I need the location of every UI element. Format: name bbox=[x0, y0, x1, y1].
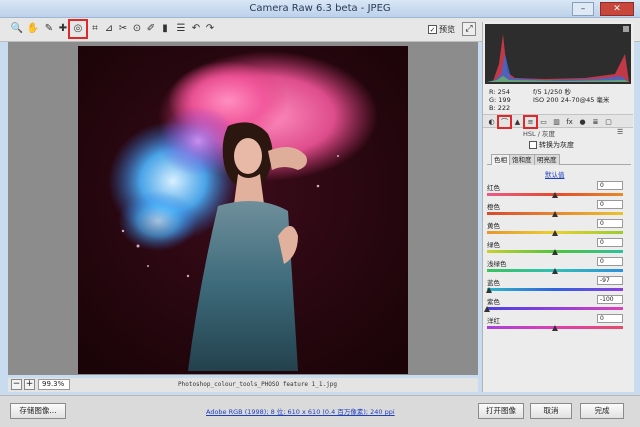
slider-thumb[interactable] bbox=[552, 249, 558, 255]
rotate-right-icon[interactable]: ↷ bbox=[203, 22, 217, 36]
white-balance-icon[interactable]: ✎ bbox=[42, 22, 56, 36]
slider-label: 橙色 bbox=[487, 203, 500, 211]
iso-readout: ISO 200 24-70@45 毫米 bbox=[533, 96, 610, 104]
slider-label: 洋红 bbox=[487, 317, 500, 325]
save-image-button[interactable]: 存储图像... bbox=[10, 403, 66, 419]
slider-value-input[interactable]: 0 bbox=[597, 219, 623, 228]
preferences-icon[interactable]: ☰ bbox=[174, 22, 188, 36]
preview-photo[interactable] bbox=[78, 46, 408, 374]
slider-thumb[interactable] bbox=[486, 287, 493, 293]
slider-label: 红色 bbox=[487, 184, 500, 192]
green-readout: G: 199 bbox=[489, 96, 511, 104]
slider-label: 紫色 bbox=[487, 298, 500, 306]
panel-heading: HSL / 灰度 bbox=[523, 130, 555, 138]
hsl-icon[interactable]: ≡ bbox=[523, 115, 538, 129]
slider-thumb[interactable] bbox=[552, 211, 558, 217]
slider-thumb[interactable] bbox=[552, 192, 558, 198]
blue-readout: B: 222 bbox=[489, 104, 511, 112]
slider-row: 洋红 0 bbox=[487, 314, 631, 333]
adjustment-panel: R: 254 G: 199 B: 222 f/5 1/250 秒 ISO 200… bbox=[482, 22, 634, 392]
slider-row: 紫色 -100 bbox=[484, 295, 631, 314]
snapshots-icon[interactable]: ▢ bbox=[603, 117, 614, 127]
detail-icon[interactable]: ▲ bbox=[512, 117, 523, 127]
slider-thumb[interactable] bbox=[552, 230, 558, 236]
slider-track[interactable] bbox=[487, 288, 623, 291]
graduated-filter-icon[interactable]: ▮ bbox=[158, 22, 172, 36]
checkmark-icon: ✓ bbox=[428, 25, 437, 34]
slider-track[interactable] bbox=[487, 307, 623, 310]
panel-tabs: ◐ ⌒ ▲ ≡ ▭ ▥ fx ● ≣ ▢ bbox=[483, 114, 633, 129]
zoom-out-button[interactable]: − bbox=[11, 379, 22, 390]
grayscale-checkbox[interactable]: 转换为灰度 bbox=[529, 140, 574, 150]
red-eye-icon[interactable]: ⊙ bbox=[130, 22, 144, 36]
zoom-status-bar: − + 99.3% Photoshop_colour_tools_PHOSO f… bbox=[8, 378, 478, 392]
rotate-left-icon[interactable]: ↶ bbox=[189, 22, 203, 36]
zoom-in-button[interactable]: + bbox=[24, 379, 35, 390]
slider-row: 蓝色 -97 bbox=[486, 276, 631, 295]
slider-value-input[interactable]: 0 bbox=[597, 238, 623, 247]
hand-icon[interactable]: ✋ bbox=[26, 22, 40, 36]
slider-row: 绿色 0 bbox=[487, 238, 631, 257]
tab-hue[interactable]: 色相 bbox=[491, 154, 510, 165]
open-image-button[interactable]: 打开图像 bbox=[478, 403, 524, 419]
straighten-icon[interactable]: ⊿ bbox=[102, 22, 116, 36]
slider-label: 浅绿色 bbox=[487, 260, 507, 268]
minimize-button[interactable]: – bbox=[572, 2, 594, 16]
close-button[interactable]: ✕ bbox=[600, 2, 634, 16]
zoom-level-select[interactable]: 99.3% bbox=[38, 379, 70, 390]
done-button[interactable]: 完成 bbox=[580, 403, 624, 419]
slider-row: 橙色 0 bbox=[487, 200, 631, 219]
slider-thumb[interactable] bbox=[552, 268, 558, 274]
targeted-adjustment-icon[interactable]: ◎ bbox=[68, 19, 88, 39]
adjustment-brush-icon[interactable]: ✐ bbox=[144, 22, 158, 36]
window-title: Camera Raw 6.3 beta - JPEG bbox=[249, 3, 391, 14]
red-readout: R: 254 bbox=[489, 88, 510, 96]
slider-value-input[interactable]: 0 bbox=[597, 181, 623, 190]
grayscale-label: 转换为灰度 bbox=[539, 141, 574, 149]
color-sampler-icon[interactable]: ✚ bbox=[56, 22, 70, 36]
slider-value-input[interactable]: 0 bbox=[597, 314, 623, 323]
slider-value-input[interactable]: 0 bbox=[597, 257, 623, 266]
spot-removal-icon[interactable]: ✂ bbox=[116, 22, 130, 36]
title-bar: Camera Raw 6.3 beta - JPEG – ✕ bbox=[0, 0, 640, 18]
slider-thumb[interactable] bbox=[552, 325, 558, 331]
workflow-options-link[interactable]: Adobe RGB (1998); 8 位; 610 x 610 (0.4 百万… bbox=[206, 406, 395, 416]
exposure-readout: f/5 1/250 秒 bbox=[533, 88, 571, 96]
slider-thumb[interactable] bbox=[484, 306, 490, 312]
preview-checkbox[interactable]: ✓ 预览 bbox=[428, 24, 455, 35]
fullscreen-button[interactable]: ⤢ bbox=[462, 22, 476, 36]
basic-icon[interactable]: ◐ bbox=[486, 117, 497, 127]
image-canvas[interactable] bbox=[8, 42, 478, 375]
tone-curve-icon[interactable]: ⌒ bbox=[497, 115, 512, 129]
slider-label: 蓝色 bbox=[487, 279, 500, 287]
slider-row: 红色 0 bbox=[487, 181, 631, 200]
camera-calibration-icon[interactable]: ● bbox=[577, 117, 588, 127]
preview-label: 预览 bbox=[439, 25, 455, 34]
slider-value-input[interactable]: 0 bbox=[597, 200, 623, 209]
default-link[interactable]: 默认值 bbox=[545, 169, 565, 179]
panel-menu-icon[interactable]: ☰ bbox=[617, 128, 623, 136]
slider-row: 浅绿色 0 bbox=[487, 257, 631, 276]
tab-luminance[interactable]: 明亮度 bbox=[534, 154, 560, 165]
effects-icon[interactable]: fx bbox=[564, 117, 575, 127]
bottom-bar: 存储图像... Adobe RGB (1998); 8 位; 610 x 610… bbox=[0, 395, 640, 427]
checkbox-box bbox=[529, 141, 537, 149]
slider-value-input[interactable]: -97 bbox=[597, 276, 623, 285]
file-name: Photoshop_colour_tools_PHOSO feature 1_1… bbox=[178, 381, 337, 388]
crop-icon[interactable]: ⌗ bbox=[88, 22, 102, 36]
hsl-subtabs: 色相 饱和度 明亮度 bbox=[487, 154, 631, 165]
slider-row: 黄色 0 bbox=[487, 219, 631, 238]
slider-label: 绿色 bbox=[487, 241, 500, 249]
presets-icon[interactable]: ≣ bbox=[590, 117, 601, 127]
tab-saturation[interactable]: 饱和度 bbox=[509, 154, 535, 165]
slider-value-input[interactable]: -100 bbox=[597, 295, 623, 304]
zoom-icon[interactable]: 🔍 bbox=[10, 22, 24, 36]
split-toning-icon[interactable]: ▭ bbox=[538, 117, 549, 127]
slider-label: 黄色 bbox=[487, 222, 500, 230]
lens-corrections-icon[interactable]: ▥ bbox=[551, 117, 562, 127]
cancel-button[interactable]: 取消 bbox=[530, 403, 572, 419]
histogram bbox=[485, 24, 631, 84]
